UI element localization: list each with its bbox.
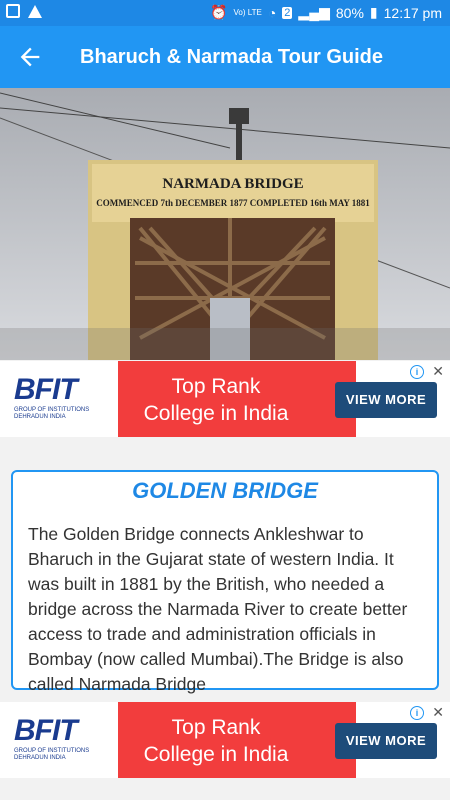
battery-icon: ▮ <box>369 4 378 20</box>
page-title: Bharuch & Narmada Tour Guide <box>80 46 384 68</box>
app-bar: Bharuch & Narmada Tour Guide <box>0 26 450 88</box>
clock: 12:17 pm <box>383 4 442 21</box>
ad-banner-top[interactable]: BFIT GROUP OF INSTITUTIONS DEHRADUN INDI… <box>0 361 450 437</box>
ad-close-icon[interactable]: ✕ <box>432 363 444 380</box>
place-description: The Golden Bridge connects Ankleshwar to… <box>28 524 408 694</box>
ad-close-icon[interactable]: ✕ <box>432 704 444 721</box>
sign-title: NARMADA BRIDGE <box>162 176 303 192</box>
image-notification-icon <box>6 4 20 18</box>
ad-info-icon[interactable]: i <box>410 706 424 720</box>
wifi-icon: ◔ <box>267 4 277 21</box>
network-label: Vo) LTE <box>233 7 262 17</box>
alarm-icon: ⏰ <box>210 4 228 20</box>
ad-info-icon[interactable]: i <box>410 365 424 379</box>
ad-headline: Top Rank College in India <box>143 375 289 425</box>
ad-brand-sub: GROUP OF INSTITUTIONS DEHRADUN INDIA <box>14 748 90 761</box>
battery-percent: 80% <box>335 4 364 21</box>
ad-view-more-button[interactable]: VIEW MORE <box>335 382 437 418</box>
ad-headline: Top Rank College in India <box>143 716 289 766</box>
ad-brand-sub: GROUP OF INSTITUTIONS DEHRADUN INDIA <box>14 407 90 420</box>
ad-brand-name: BFIT <box>14 373 78 406</box>
ad-brand-name: BFIT <box>14 714 78 747</box>
ad-headline-panel: Top Rank College in India <box>118 361 356 437</box>
place-heading: GOLDEN BRIDGE <box>132 478 318 503</box>
ad-headline-panel: Top Rank College in India <box>118 702 356 778</box>
status-bar: ⏰ Vo) LTE ◔ 2 ▂▄▆ 80% ▮ 12:17 pm <box>0 0 450 26</box>
hero-image: NARMADA BRIDGE COMMENCED 7th DECEMBER 18… <box>0 88 450 360</box>
ad-brand-logo: BFIT GROUP OF INSTITUTIONS DEHRADUN INDI… <box>0 361 118 437</box>
signal-icon: ▂▄▆ <box>298 4 330 20</box>
place-card: GOLDEN BRIDGE The Golden Bridge connects… <box>11 470 439 694</box>
warning-notification-icon <box>28 4 42 18</box>
ad-view-more-button[interactable]: VIEW MORE <box>335 723 437 759</box>
sim-badge: 2 <box>282 6 293 19</box>
sign-text: COMMENCED 7th DECEMBER 1877 COMPLETED 16… <box>96 198 370 208</box>
back-arrow-icon[interactable] <box>16 43 44 71</box>
ad-banner-bottom[interactable]: BFIT GROUP OF INSTITUTIONS DEHRADUN INDI… <box>0 702 450 778</box>
ad-brand-logo: BFIT GROUP OF INSTITUTIONS DEHRADUN INDI… <box>0 702 118 778</box>
